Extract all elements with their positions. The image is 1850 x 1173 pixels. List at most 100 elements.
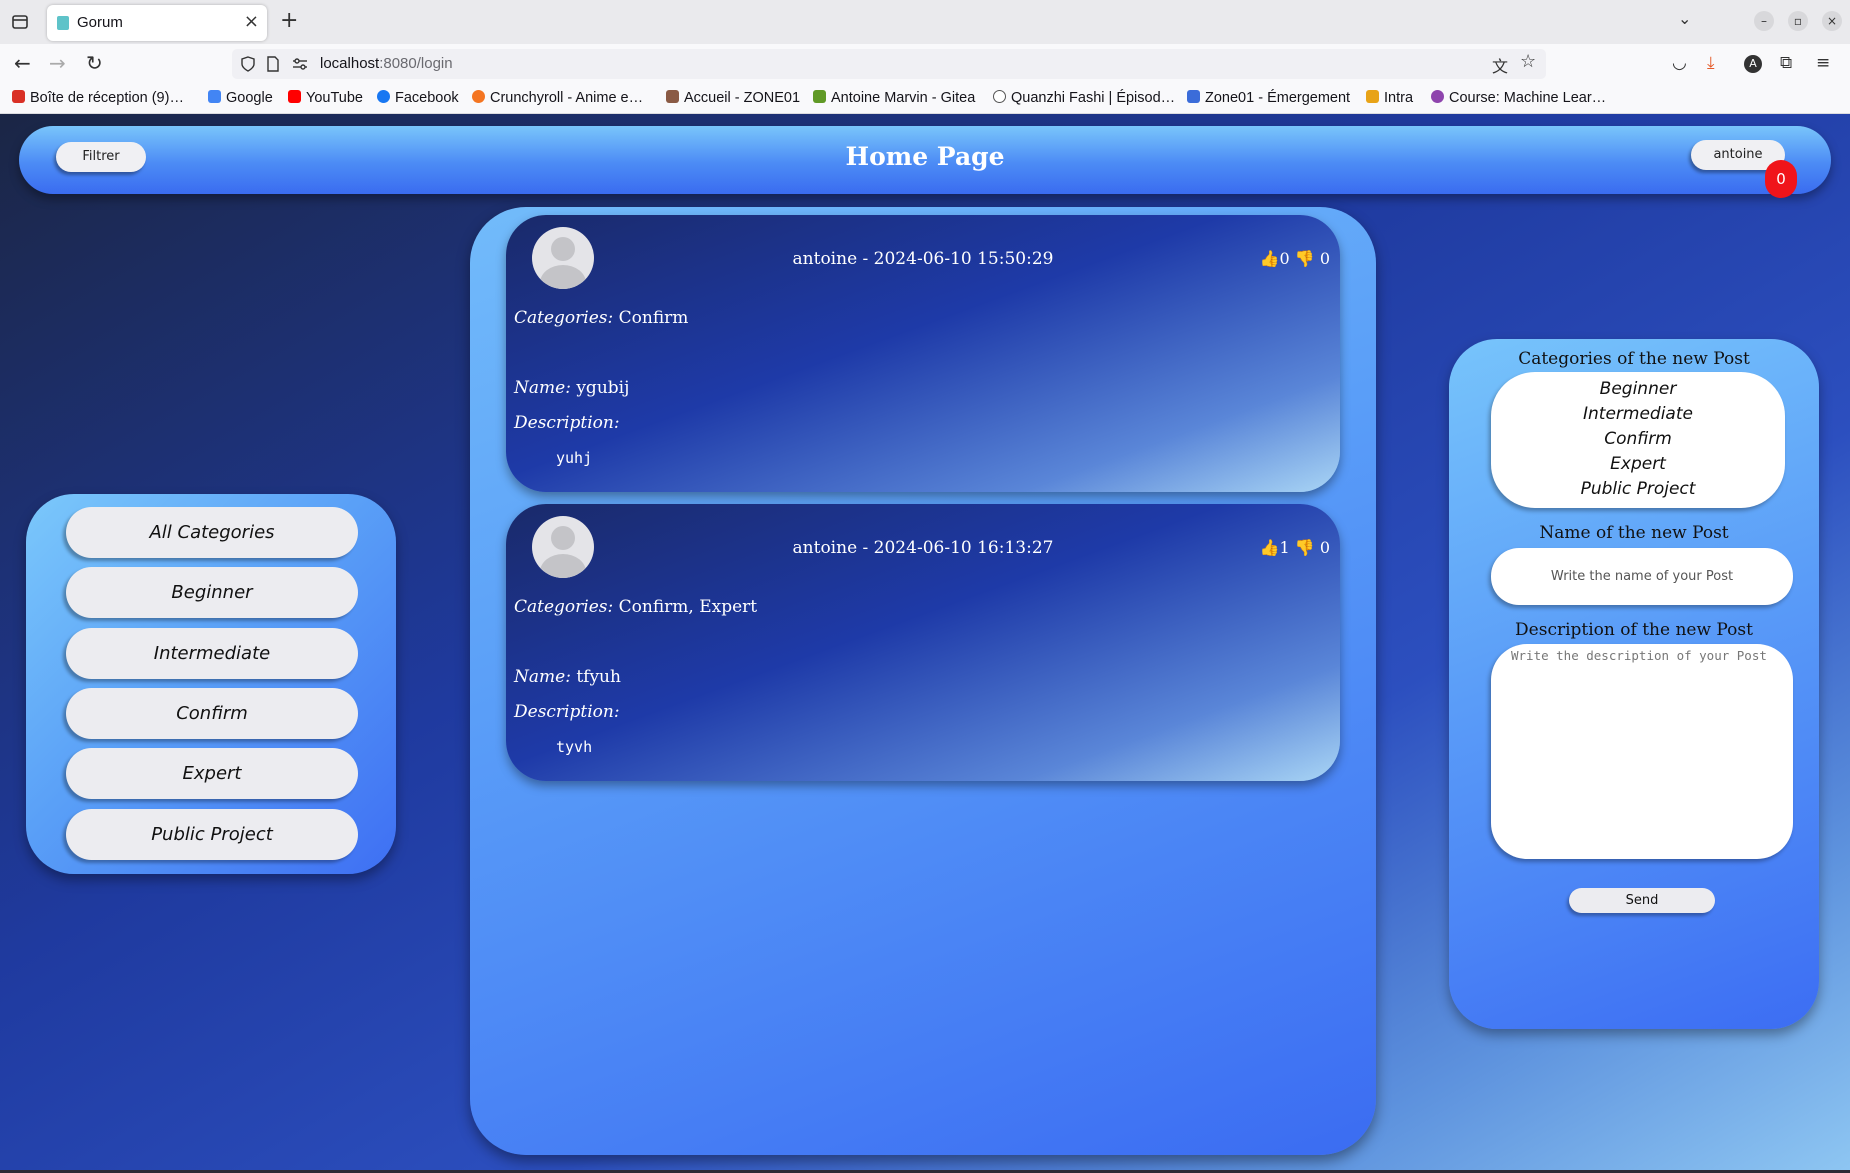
post-categories: Categories: Confirm: [514, 308, 688, 328]
category-beginner-button[interactable]: Beginner: [66, 567, 358, 618]
new-tab-icon[interactable]: +: [280, 8, 298, 33]
tab-close-icon[interactable]: ×: [244, 11, 259, 32]
post-card[interactable]: antoine - 2024-06-10 16:13:27 👍1 👎 0 Cat…: [506, 504, 1340, 781]
tab-title: Gorum: [77, 14, 123, 31]
category-public-project-button[interactable]: Public Project: [66, 809, 358, 860]
post-meta: antoine - 2024-06-10 16:13:27: [792, 538, 1054, 558]
google-icon: [208, 90, 221, 103]
post-name: Name: ygubij: [514, 378, 629, 398]
bookmark-item[interactable]: Antoine Marvin - Gitea: [813, 90, 975, 106]
restore-icon[interactable]: ▫: [1788, 11, 1808, 31]
page-icon[interactable]: [266, 56, 280, 72]
course-icon: [1431, 90, 1444, 103]
browser-nav-bar: ← → ↻ localhost:8080/login 文 ☆ ◡ ⤓ A ⧉ ≡: [0, 44, 1850, 84]
menu-icon[interactable]: ≡: [1816, 53, 1830, 73]
new-post-name-input[interactable]: [1491, 548, 1793, 605]
browser-tab[interactable]: Gorum ×: [47, 5, 267, 41]
posts-panel: antoine - 2024-06-10 15:50:29 👍0 👎 0 Cat…: [470, 207, 1376, 1155]
address-bar[interactable]: localhost:8080/login 文 ☆: [232, 49, 1546, 79]
category-option[interactable]: Confirm: [1491, 427, 1785, 452]
post-name: Name: tfyuh: [514, 667, 621, 687]
category-option[interactable]: Intermediate: [1491, 402, 1785, 427]
categories-label: Categories:: [514, 308, 614, 328]
name-label: Name:: [514, 378, 571, 398]
new-post-name-title: Name of the new Post: [1539, 523, 1729, 543]
download-icon[interactable]: ⤓: [1707, 53, 1715, 73]
bookmark-star-icon[interactable]: ☆: [1520, 51, 1536, 72]
thumbs-up-icon[interactable]: 👍: [1260, 249, 1280, 268]
new-post-description-title: Description of the new Post: [1515, 620, 1753, 640]
dislike-count: 0: [1319, 249, 1330, 268]
category-intermediate-button[interactable]: Intermediate: [66, 628, 358, 679]
new-post-description-input[interactable]: [1491, 644, 1793, 859]
bookmark-label: Boîte de réception (9)…: [30, 90, 184, 106]
category-expert-button[interactable]: Expert: [66, 748, 358, 799]
bookmark-label: Antoine Marvin - Gitea: [831, 90, 976, 106]
chevron-down-icon[interactable]: ⌄: [1678, 9, 1691, 28]
zone01-emergement-icon: [1187, 90, 1200, 103]
bookmark-item[interactable]: Facebook: [377, 90, 459, 106]
notification-badge[interactable]: 0: [1765, 160, 1797, 198]
window-close-icon[interactable]: ×: [1822, 11, 1842, 31]
globe-icon: [993, 90, 1006, 103]
pocket-icon[interactable]: ◡: [1672, 53, 1687, 73]
bookmark-item[interactable]: Accueil - ZONE01: [666, 90, 800, 106]
bookmark-item[interactable]: Crunchyroll - Anime e…: [472, 90, 643, 106]
category-confirm-button[interactable]: Confirm: [66, 688, 358, 739]
like-count: 0: [1279, 249, 1290, 268]
back-icon[interactable]: ←: [14, 53, 31, 73]
thumbs-down-icon[interactable]: 👎: [1295, 249, 1315, 268]
post-votes: 👍0 👎 0: [1260, 249, 1330, 268]
bookmark-item[interactable]: Zone01 - Émergement: [1187, 90, 1350, 106]
post-votes: 👍1 👎 0: [1260, 538, 1330, 557]
categories-value: Confirm, Expert: [618, 597, 758, 617]
bookmark-item[interactable]: Boîte de réception (9)…: [12, 90, 184, 106]
bookmark-item[interactable]: Course: Machine Lear…: [1431, 90, 1606, 106]
name-value: ygubij: [576, 378, 630, 398]
extensions-icon[interactable]: ⧉: [1780, 53, 1792, 73]
translate-icon[interactable]: 文: [1492, 53, 1508, 77]
crunchyroll-icon: [472, 90, 485, 103]
description-label: Description:: [514, 413, 620, 433]
minimize-icon[interactable]: –: [1754, 11, 1774, 31]
new-post-categories-select[interactable]: Beginner Intermediate Confirm Expert Pub…: [1491, 372, 1785, 508]
gitea-icon: [813, 90, 826, 103]
send-button[interactable]: Send: [1569, 888, 1715, 913]
bookmark-item[interactable]: YouTube: [288, 90, 363, 106]
post-categories: Categories: Confirm, Expert: [514, 597, 757, 617]
post-description: tyvh: [556, 738, 593, 756]
category-all-button[interactable]: All Categories: [66, 507, 358, 558]
thumbs-down-icon[interactable]: 👎: [1295, 538, 1315, 557]
bookmark-label: Course: Machine Lear…: [1449, 90, 1607, 106]
dislike-count: 0: [1319, 538, 1330, 557]
tab-list-icon[interactable]: [10, 12, 30, 32]
categories-label: Categories:: [514, 597, 614, 617]
site-settings-icon[interactable]: [292, 57, 308, 71]
description-label: Description:: [514, 702, 620, 722]
new-post-categories-title: Categories of the new Post: [1518, 349, 1750, 369]
shield-icon[interactable]: [240, 56, 256, 72]
url-text: localhost:8080/login: [320, 55, 453, 72]
category-option[interactable]: Public Project: [1491, 477, 1785, 502]
post-description: yuhj: [556, 449, 593, 467]
like-count: 1: [1279, 538, 1290, 557]
category-filter-panel: All Categories Beginner Intermediate Con…: [26, 494, 396, 874]
name-value: tfyuh: [576, 667, 621, 687]
bookmark-label: Crunchyroll - Anime e…: [490, 90, 644, 106]
bookmark-label: Zone01 - Émergement: [1205, 90, 1351, 106]
reload-icon[interactable]: ↻: [86, 53, 103, 73]
account-icon[interactable]: A: [1744, 55, 1762, 73]
thumbs-up-icon[interactable]: 👍: [1260, 538, 1280, 557]
bookmark-item[interactable]: Quanzhi Fashi | Épisod…: [993, 90, 1175, 106]
new-post-panel: Categories of the new Post Beginner Inte…: [1449, 339, 1819, 1029]
bookmark-label: Google: [226, 90, 273, 106]
page-title: Home Page: [845, 142, 1005, 171]
category-option[interactable]: Expert: [1491, 452, 1785, 477]
post-card[interactable]: antoine - 2024-06-10 15:50:29 👍0 👎 0 Cat…: [506, 215, 1340, 492]
bookmark-item[interactable]: Intra: [1366, 90, 1413, 106]
facebook-icon: [377, 90, 390, 103]
forward-icon[interactable]: →: [49, 53, 66, 73]
bookmark-item[interactable]: Google: [208, 90, 273, 106]
page-header: Filtrer Home Page antoine 0: [19, 126, 1831, 198]
category-option[interactable]: Beginner: [1491, 377, 1785, 402]
